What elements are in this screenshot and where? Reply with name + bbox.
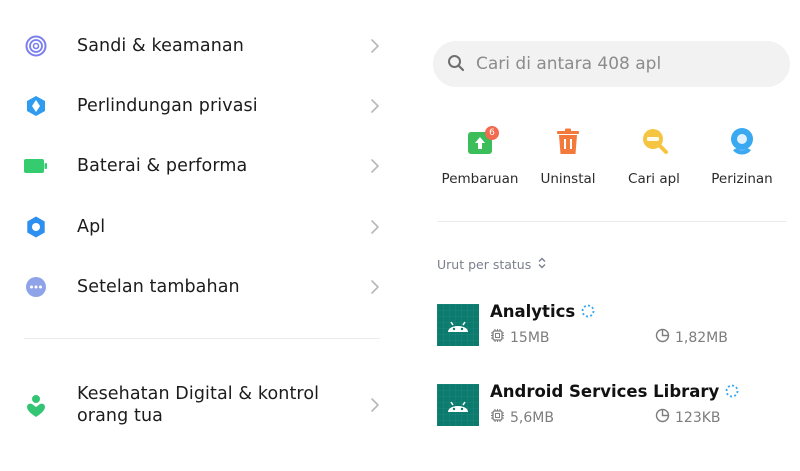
sort-by-status-button[interactable]: Urut per status: [437, 257, 547, 272]
battery-icon: [24, 154, 48, 178]
settings-item-label-line2: orang tua: [77, 406, 163, 426]
android-app-icon: [437, 304, 479, 346]
search-input[interactable]: Cari di antara 408 apl: [433, 41, 790, 87]
update-arrow-icon: 6: [465, 126, 499, 156]
storage-chip-icon: [490, 328, 505, 347]
search-placeholder: Cari di antara 408 apl: [476, 54, 662, 74]
settings-item-security[interactable]: Sandi & keamanan: [0, 35, 400, 57]
cache-size: 123KB: [655, 408, 721, 427]
settings-item-additional[interactable]: Setelan tambahan: [0, 276, 400, 298]
storage-chip-icon: [490, 408, 505, 427]
app-name: Analytics: [490, 302, 595, 322]
settings-item-battery[interactable]: Baterai & performa: [0, 155, 400, 177]
update-count-badge: 6: [485, 126, 499, 140]
trash-icon: [553, 126, 583, 156]
permissions-label: Perizinan: [711, 171, 773, 187]
search-icon: [447, 54, 465, 72]
permissions-action[interactable]: Perizinan: [697, 126, 787, 187]
privacy-shield-icon: [24, 94, 48, 118]
app-row-android-services-library[interactable]: Android Services Library 5,6MB 123KB: [437, 382, 797, 430]
gear-icon: [24, 215, 48, 239]
find-apps-label: Cari apl: [628, 171, 680, 187]
chevron-right-icon: [368, 96, 382, 116]
sort-toggle-icon: [537, 257, 547, 272]
settings-item-label: Setelan tambahan: [77, 277, 240, 297]
fingerprint-icon: [24, 34, 48, 58]
loading-spinner-icon: [725, 383, 739, 402]
pie-chart-icon: [655, 408, 670, 427]
cache-size: 1,82MB: [655, 328, 728, 347]
uninstall-action[interactable]: Uninstal: [523, 126, 613, 187]
wellbeing-person-icon: [24, 394, 48, 418]
update-label: Pembaruan: [441, 171, 519, 187]
android-app-icon: [437, 384, 479, 426]
app-name: Android Services Library: [490, 382, 739, 402]
settings-item-label: Apl: [77, 217, 106, 237]
apps-panel: Cari di antara 408 apl 6 Pembaruan Unins…: [400, 0, 800, 471]
update-action[interactable]: 6 Pembaruan: [435, 126, 525, 187]
settings-item-label: Perlindungan privasi: [77, 96, 258, 116]
find-apps-action[interactable]: Cari apl: [609, 126, 699, 187]
chevron-right-icon: [368, 217, 382, 237]
pie-chart-icon: [655, 328, 670, 347]
chevron-right-icon: [368, 395, 382, 415]
more-dots-icon: [24, 275, 48, 299]
divider: [437, 221, 787, 222]
permissions-icon: [727, 126, 757, 156]
settings-item-digital-wellbeing[interactable]: Kesehatan Digital & kontrol orang tua: [0, 383, 400, 427]
settings-item-label: Sandi & keamanan: [77, 36, 244, 56]
chevron-right-icon: [368, 156, 382, 176]
settings-item-apps[interactable]: Apl: [0, 216, 400, 238]
loading-spinner-icon: [581, 303, 595, 322]
app-size: 5,6MB: [490, 408, 554, 427]
uninstall-label: Uninstal: [540, 171, 596, 187]
settings-item-label-line1: Kesehatan Digital & kontrol: [77, 384, 320, 404]
settings-list: Sandi & keamanan Perlindungan privasi Ba…: [0, 0, 400, 471]
chevron-right-icon: [368, 277, 382, 297]
divider: [24, 338, 380, 339]
app-row-analytics[interactable]: Analytics 15MB 1,82MB: [437, 302, 797, 350]
find-apps-icon: [639, 126, 669, 156]
chevron-right-icon: [368, 36, 382, 56]
sort-label: Urut per status: [437, 257, 532, 272]
settings-item-privacy[interactable]: Perlindungan privasi: [0, 95, 400, 117]
app-size: 15MB: [490, 328, 550, 347]
settings-item-label: Baterai & performa: [77, 156, 248, 176]
